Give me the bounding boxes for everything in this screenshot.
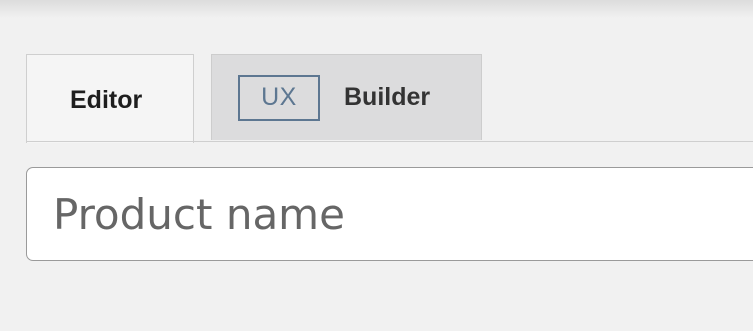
tab-bar-divider bbox=[26, 141, 753, 142]
ux-badge-icon: UX bbox=[238, 74, 320, 121]
tab-editor[interactable]: Editor bbox=[26, 54, 194, 143]
product-name-input[interactable] bbox=[26, 167, 753, 261]
tab-ux-builder[interactable]: UX Builder bbox=[211, 54, 482, 140]
tab-builder-label: Builder bbox=[344, 83, 431, 111]
tab-editor-label: Editor bbox=[70, 85, 143, 114]
window-top-shadow bbox=[0, 0, 753, 18]
